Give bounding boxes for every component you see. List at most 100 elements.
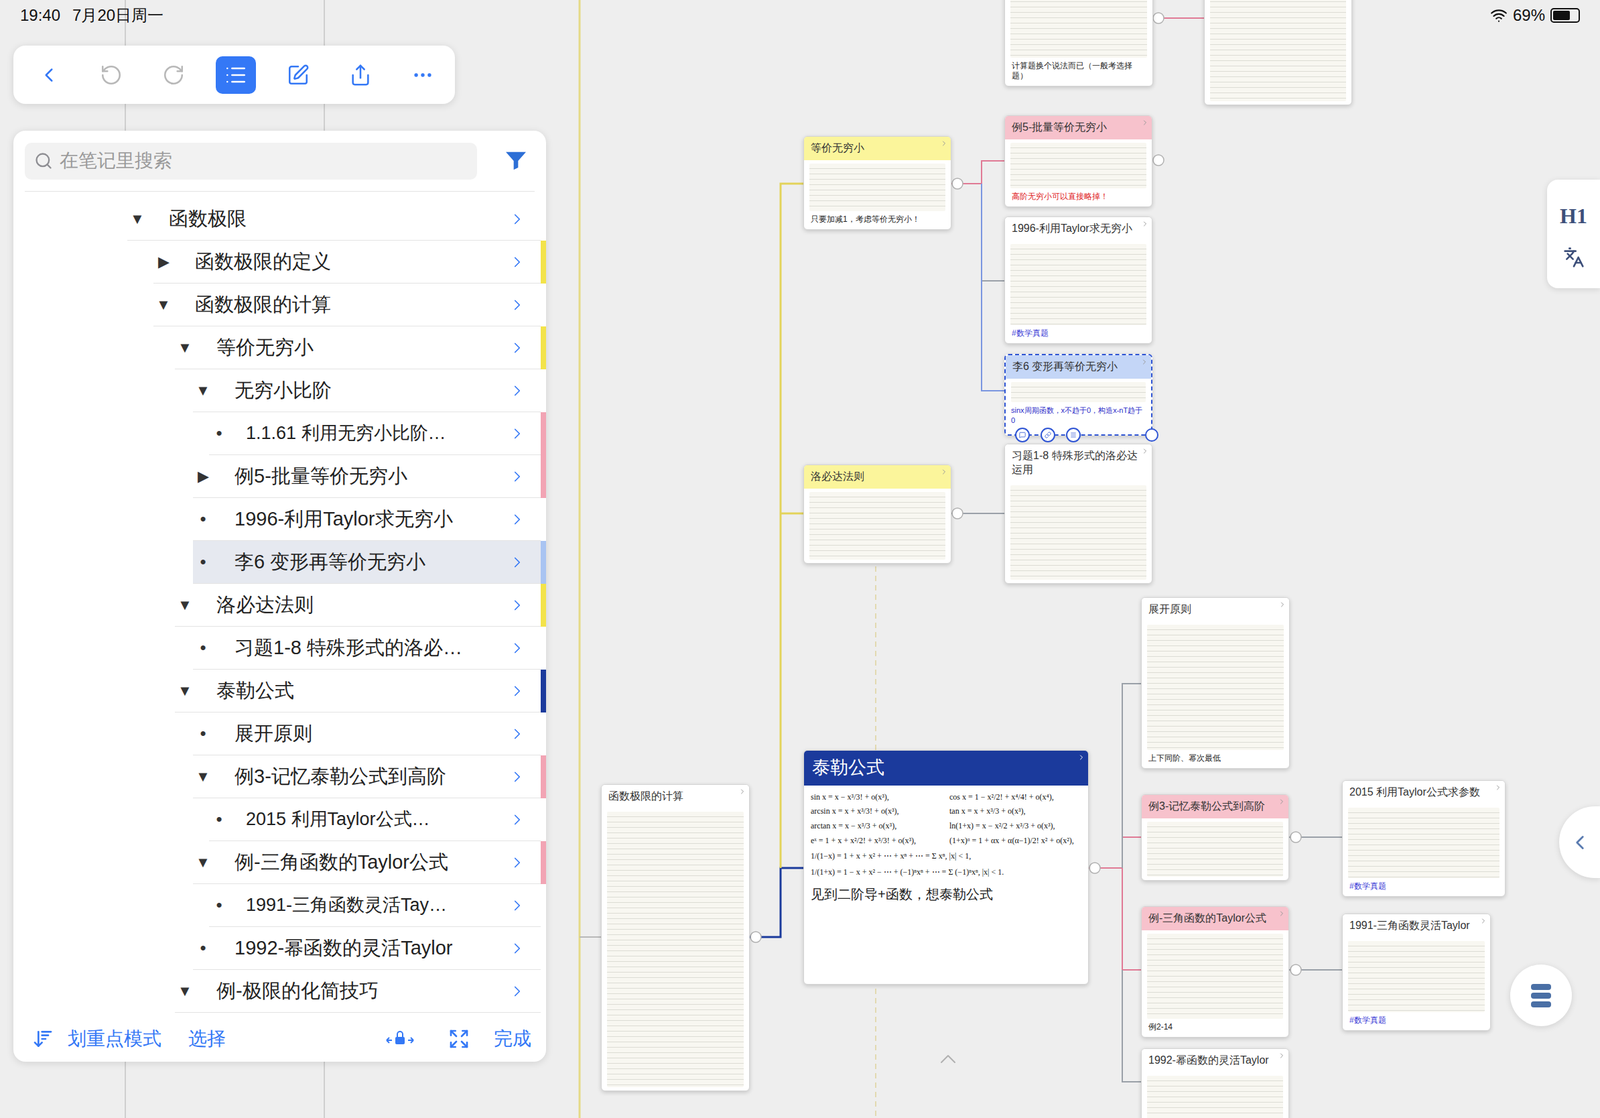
outline-button[interactable]	[215, 56, 256, 94]
redo-button[interactable]	[153, 56, 194, 94]
node-tag[interactable]: #数学真题	[1342, 881, 1505, 896]
outline-row[interactable]: ▶函数极限的定义	[13, 240, 547, 284]
sort-icon[interactable]	[32, 1027, 54, 1050]
outline-row[interactable]: •1996-利用Taylor求无穷小	[13, 497, 547, 541]
row-open-icon[interactable]	[508, 210, 526, 228]
mindmap-node[interactable]: 展开原则上下同阶、幂次最低	[1141, 596, 1290, 769]
open-node-icon[interactable]	[738, 787, 747, 796]
open-node-icon[interactable]	[940, 139, 949, 148]
outline-row[interactable]: ▼函数极限的计算	[13, 283, 547, 327]
mindmap-node[interactable]: 泰勒公式sin x = x − x³/3! + o(x³),cos x = 1 …	[803, 749, 1089, 985]
open-node-icon[interactable]	[1141, 118, 1150, 127]
search-field[interactable]: 在笔记里搜索	[24, 142, 478, 180]
node-action-button[interactable]	[1040, 427, 1056, 443]
outline-row[interactable]: ▼例-极限的化简技巧	[13, 969, 547, 1013]
outline-marker[interactable]: •	[209, 891, 230, 918]
translate-icon[interactable]	[1563, 246, 1585, 269]
open-node-icon[interactable]	[1141, 219, 1150, 228]
outline-marker[interactable]: •	[192, 548, 214, 575]
row-open-icon[interactable]	[508, 896, 526, 914]
row-open-icon[interactable]	[508, 253, 526, 271]
open-node-icon[interactable]	[1278, 600, 1287, 609]
undo-button[interactable]	[91, 56, 132, 94]
row-open-icon[interactable]	[508, 381, 526, 400]
row-open-icon[interactable]	[508, 467, 526, 486]
row-open-icon[interactable]	[508, 982, 526, 1000]
outline-marker[interactable]: •	[192, 934, 214, 961]
outline-marker[interactable]: •	[209, 806, 230, 833]
row-open-icon[interactable]	[508, 339, 526, 357]
row-open-icon[interactable]	[508, 553, 526, 571]
highlight-mode-button[interactable]: 划重点模式	[67, 1024, 162, 1053]
outline-marker[interactable]: ▼	[174, 979, 195, 1002]
outline-marker[interactable]: ▼	[127, 207, 148, 230]
outline-row[interactable]: ▼无穷小比阶	[13, 369, 547, 413]
mindmap-node[interactable]: 函数极限的计算	[601, 783, 750, 1091]
outline-marker[interactable]: ▼	[174, 336, 195, 359]
open-node-icon[interactable]	[1479, 916, 1488, 925]
mindmap-node[interactable]: 例-三角函数的Taylor公式例2-14	[1141, 905, 1290, 1038]
node-tag[interactable]: #数学真题	[1005, 328, 1152, 344]
outline-row[interactable]: •1991-三角函数灵活Tay…	[13, 883, 547, 927]
done-button[interactable]: 完成	[493, 1024, 532, 1053]
outline-row[interactable]: ▼泰勒公式	[13, 669, 547, 713]
mindmap-node[interactable]: 1992-幂函数的灵活Taylor	[1141, 1047, 1290, 1118]
outline-marker[interactable]: ▼	[174, 593, 195, 616]
open-node-icon[interactable]	[1277, 909, 1286, 918]
outline-marker[interactable]: ▼	[192, 850, 214, 874]
outline-row[interactable]: ▼等价无穷小	[13, 326, 547, 370]
outline-row[interactable]: •展开原则	[13, 712, 547, 756]
outline-row[interactable]: ▶例5-批量等价无穷小	[13, 454, 547, 498]
outline-marker[interactable]: •	[192, 634, 214, 661]
row-open-icon[interactable]	[508, 682, 526, 700]
row-open-icon[interactable]	[508, 510, 526, 528]
mindmap-node[interactable]: 李6 变形再等价无穷小sinx周期函数，x不趋于0，构造x-nT趋于0	[1004, 353, 1153, 436]
stack-button[interactable]	[1510, 964, 1572, 1026]
row-open-icon[interactable]	[508, 767, 526, 786]
mindmap-node[interactable]: 2015 利用Taylor公式求参数#数学真题	[1342, 779, 1506, 897]
open-node-icon[interactable]	[1141, 446, 1150, 455]
node-action-button[interactable]	[1015, 427, 1030, 443]
row-open-icon[interactable]	[508, 853, 526, 872]
heading-button[interactable]: H1	[1559, 199, 1588, 232]
open-node-icon[interactable]	[1494, 783, 1503, 792]
outline-marker[interactable]: ▼	[192, 765, 214, 788]
outline-row[interactable]: •1992-幂函数的灵活Taylor	[13, 926, 547, 970]
mindmap-node[interactable]: 计算题换个说法而已（一般考选择题）	[1004, 0, 1154, 87]
row-open-icon[interactable]	[508, 424, 526, 443]
outline-row[interactable]: •2015 利用Taylor公式…	[13, 797, 547, 841]
mindmap-node[interactable]: 等价无穷小只要加减1，考虑等价无穷小！	[803, 136, 952, 230]
mindmap-node[interactable]: 例3-记忆泰勒公式到高阶	[1141, 793, 1290, 881]
outline-marker[interactable]: ▶	[153, 250, 174, 273]
expand-icon[interactable]	[448, 1027, 470, 1050]
outline-marker[interactable]: •	[192, 720, 214, 747]
outline-marker[interactable]: ▶	[192, 464, 214, 488]
edit-button[interactable]	[278, 56, 319, 94]
collapse-arrow-icon[interactable]	[934, 1045, 962, 1073]
mindmap-node[interactable]: 1991-三角函数灵活Taylor#数学真题	[1342, 913, 1491, 1031]
open-node-icon[interactable]	[1277, 797, 1286, 806]
select-button[interactable]: 选择	[188, 1024, 226, 1053]
row-open-icon[interactable]	[508, 596, 526, 614]
outline-row[interactable]: ▼函数极限	[13, 197, 547, 241]
row-open-icon[interactable]	[508, 810, 526, 829]
row-open-icon[interactable]	[508, 939, 526, 957]
outline-row[interactable]: ▼洛必达法则	[13, 583, 547, 627]
outline-marker[interactable]: •	[209, 420, 230, 447]
resize-handle[interactable]	[1145, 428, 1159, 442]
mindmap-node[interactable]: 例5-批量等价无穷小高阶无穷小可以直接略掉！	[1004, 115, 1153, 208]
side-drawer-tab[interactable]	[1559, 806, 1600, 878]
mindmap-node[interactable]: 习题1-8 特殊形式的洛必达运用	[1004, 443, 1153, 584]
more-button[interactable]	[402, 56, 443, 94]
share-button[interactable]	[340, 56, 381, 94]
outline-row[interactable]: ▼例-三角函数的Taylor公式	[13, 840, 547, 884]
outline-row[interactable]: ▼例3-记忆泰勒公式到高阶	[13, 755, 547, 798]
back-button[interactable]	[28, 56, 70, 94]
row-open-icon[interactable]	[508, 639, 526, 657]
mindmap-node[interactable]	[1204, 0, 1353, 106]
outline-marker[interactable]: •	[192, 505, 214, 532]
row-open-icon[interactable]	[508, 724, 526, 743]
outline-marker[interactable]: ▼	[192, 379, 214, 402]
filter-icon[interactable]	[502, 147, 530, 175]
outline-marker[interactable]: ▼	[153, 293, 174, 316]
